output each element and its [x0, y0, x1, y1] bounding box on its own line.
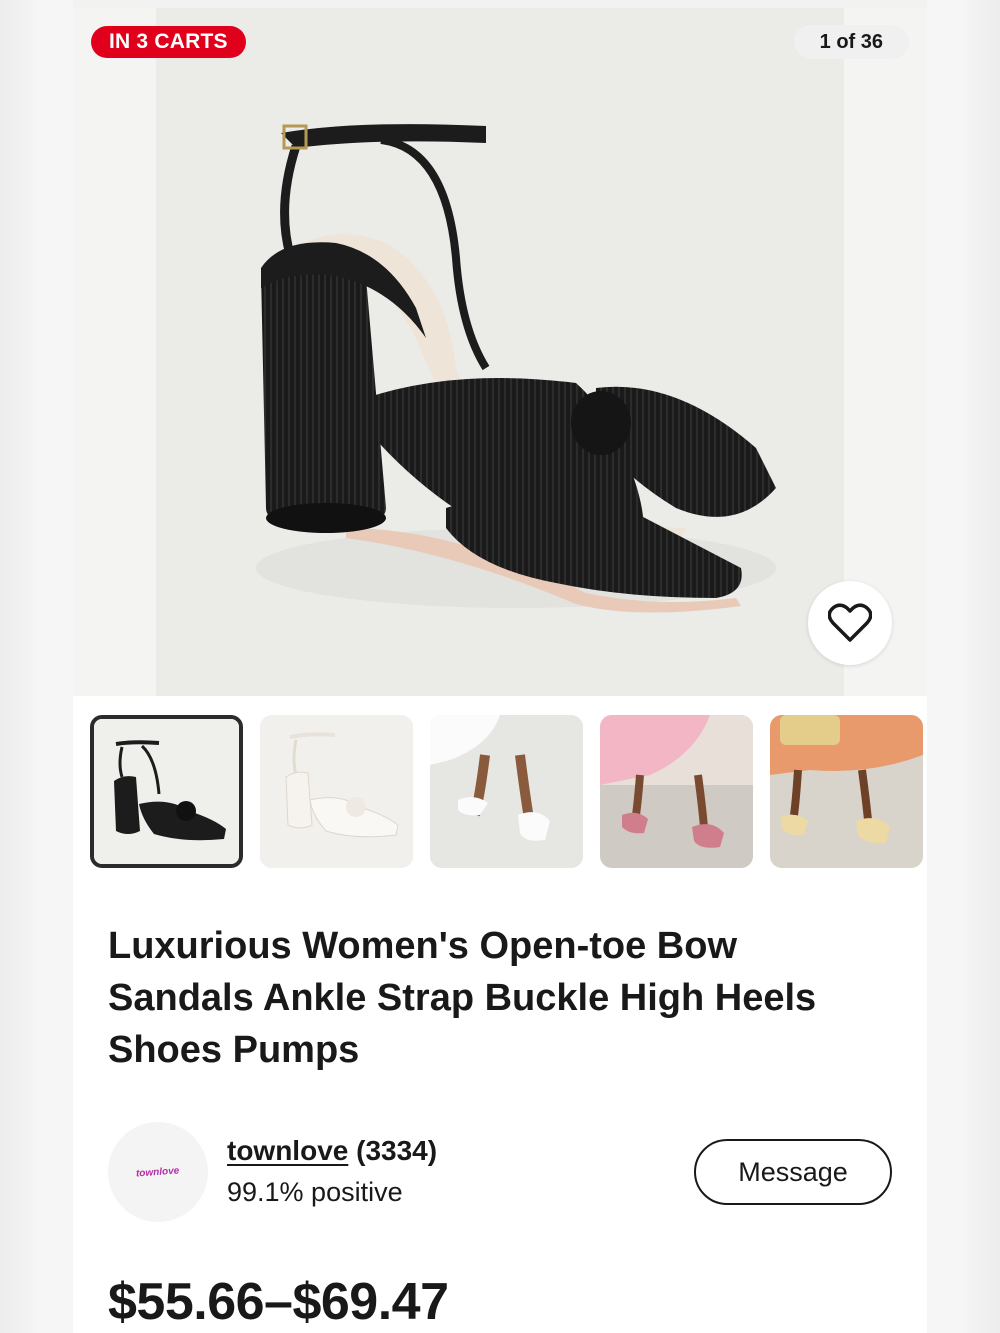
- white-sandals-worn-thumbnail: [430, 715, 583, 868]
- black-sandal-thumbnail: [94, 719, 239, 864]
- image-counter: 1 of 36: [793, 25, 909, 59]
- heart-outline-icon: [828, 603, 872, 642]
- seller-positive-rating: 99.1% positive: [227, 1177, 403, 1207]
- thumbnail-2[interactable]: [260, 715, 413, 868]
- thumbnail-3[interactable]: [430, 715, 583, 868]
- in-carts-badge: IN 3 CARTS: [91, 26, 246, 58]
- seller-name-link[interactable]: townlove: [227, 1135, 348, 1166]
- seller-avatar[interactable]: townlove: [108, 1122, 208, 1222]
- main-product-photo[interactable]: [156, 8, 844, 696]
- thumbnail-1[interactable]: [90, 715, 243, 868]
- white-sandal-thumbnail: [260, 715, 413, 868]
- message-button[interactable]: Message: [694, 1139, 892, 1205]
- thumbnail-4[interactable]: [600, 715, 753, 868]
- price: $55.66–$69.47: [108, 1273, 449, 1331]
- thumbnail-5[interactable]: [770, 715, 923, 868]
- seller-info: townlove (3334): [227, 1135, 437, 1167]
- pink-sandals-worn-thumbnail: [600, 715, 753, 868]
- black-bow-sandal-image: [256, 124, 776, 613]
- gold-sandals-worn-thumbnail: [770, 715, 923, 868]
- seller-logo-text: townlove: [135, 1165, 181, 1179]
- thumbnail-strip[interactable]: [90, 715, 927, 868]
- seller-feedback-count: (3334): [356, 1135, 438, 1166]
- listing-page: IN 3 CARTS 1 of 36 Luxurious Women's Ope…: [73, 0, 927, 1333]
- listing-title: Luxurious Women's Open-toe Bow Sandals A…: [108, 925, 817, 1071]
- watch-heart-button[interactable]: [808, 581, 892, 665]
- product-image-gallery[interactable]: IN 3 CARTS 1 of 36: [73, 8, 927, 696]
- top-strip: [73, 0, 927, 8]
